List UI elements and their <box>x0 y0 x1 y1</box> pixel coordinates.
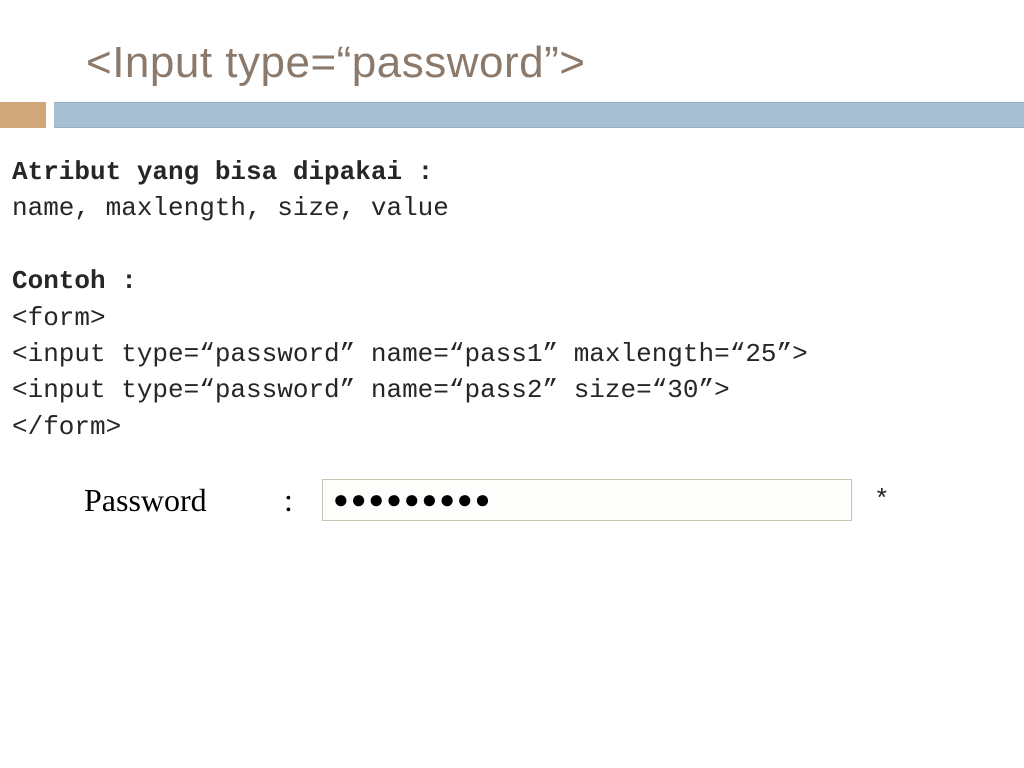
accent-bar <box>0 102 1024 128</box>
slide-body: Atribut yang bisa dipakai : name, maxlen… <box>0 154 1024 445</box>
password-input[interactable]: ●●●●●●●●● <box>322 479 852 521</box>
slide: <Input type=“password”> Atribut yang bis… <box>0 0 1024 768</box>
required-mark-icon: * <box>874 485 890 515</box>
accent-bar-gap <box>46 102 54 128</box>
code-line-4: </form> <box>12 409 1012 445</box>
slide-title: <Input type=“password”> <box>0 0 1024 102</box>
password-label: Password <box>84 482 284 519</box>
password-colon: : <box>284 482 322 519</box>
accent-bar-blue <box>54 102 1024 128</box>
attributes-list: name, maxlength, size, value <box>12 190 1012 226</box>
code-line-3: <input type=“password” name=“pass2” size… <box>12 372 1012 408</box>
example-heading: Contoh : <box>12 263 1012 299</box>
blank-line <box>12 227 1012 263</box>
rendered-example: Password : ●●●●●●●●● * <box>0 479 1024 521</box>
attributes-heading: Atribut yang bisa dipakai : <box>12 154 1012 190</box>
code-line-2: <input type=“password” name=“pass1” maxl… <box>12 336 1012 372</box>
code-line-1: <form> <box>12 300 1012 336</box>
accent-bar-brown <box>0 102 46 128</box>
